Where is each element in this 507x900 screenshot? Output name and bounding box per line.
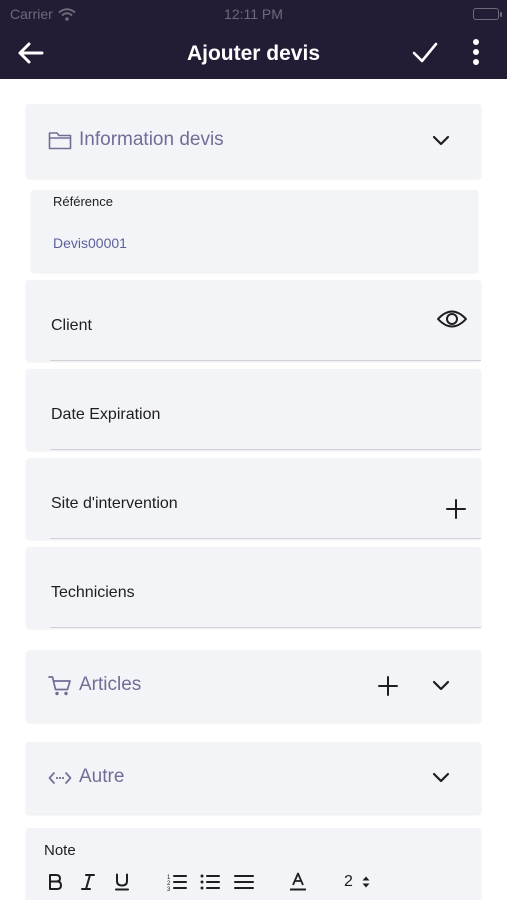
eye-icon[interactable] xyxy=(436,308,468,330)
status-bar: Carrier 12:11 PM xyxy=(0,0,507,28)
section-title-information: Information devis xyxy=(79,129,224,150)
stepper-updown-icon xyxy=(362,876,370,888)
reference-field[interactable]: Référence Devis00001 xyxy=(31,190,478,272)
underline-icon xyxy=(115,873,129,891)
svg-text:3: 3 xyxy=(167,887,171,891)
client-field[interactable]: Client xyxy=(26,280,481,361)
section-information-devis[interactable]: Information devis xyxy=(26,104,481,178)
divider xyxy=(50,627,481,628)
font-size-value: 2 xyxy=(344,873,353,890)
chevron-down-icon[interactable] xyxy=(431,131,451,151)
site-intervention-label: Site d'intervention xyxy=(51,495,178,512)
folder-icon xyxy=(48,132,72,150)
battery-icon xyxy=(473,8,502,20)
font-size-selector[interactable]: 2 xyxy=(344,873,371,891)
date-expiration-field[interactable]: Date Expiration xyxy=(26,369,481,450)
divider xyxy=(50,538,481,539)
ordered-list-icon: 1 2 3 xyxy=(167,875,187,891)
add-article-plus-icon[interactable] xyxy=(377,675,399,697)
save-check-icon[interactable] xyxy=(409,38,441,68)
app-bar: Ajouter devis xyxy=(0,28,507,79)
bullet-list-icon xyxy=(200,874,220,890)
more-options-icon[interactable] xyxy=(464,38,488,68)
align-button[interactable] xyxy=(233,871,255,893)
reference-label: Référence xyxy=(53,194,113,209)
techniciens-label: Techniciens xyxy=(51,584,135,601)
client-label: Client xyxy=(51,317,92,334)
reference-value: Devis00001 xyxy=(53,235,127,251)
italic-icon xyxy=(81,874,95,890)
divider xyxy=(50,360,481,361)
add-site-plus-icon[interactable] xyxy=(445,498,467,520)
code-arrows-icon xyxy=(48,772,72,784)
bold-button[interactable] xyxy=(44,871,66,893)
italic-button[interactable] xyxy=(77,871,99,893)
section-autre[interactable]: Autre xyxy=(26,742,481,814)
bold-icon xyxy=(49,874,62,890)
status-time: 12:11 PM xyxy=(224,6,283,22)
techniciens-field[interactable]: Techniciens xyxy=(26,547,481,628)
chevron-down-icon[interactable] xyxy=(431,676,451,696)
note-label: Note xyxy=(44,842,76,859)
text-color-button[interactable] xyxy=(287,871,309,893)
cart-icon xyxy=(48,676,71,696)
date-expiration-label: Date Expiration xyxy=(51,406,161,423)
text-color-icon xyxy=(290,872,306,891)
bullet-list-button[interactable] xyxy=(199,871,221,893)
section-title-autre: Autre xyxy=(79,766,125,787)
ordered-list-button[interactable]: 1 2 3 xyxy=(166,871,188,893)
divider xyxy=(50,449,481,450)
section-articles[interactable]: Articles xyxy=(26,650,481,722)
underline-button[interactable] xyxy=(111,871,133,893)
site-intervention-field[interactable]: Site d'intervention xyxy=(26,458,481,539)
note-editor: Note 1 2 3 2 xyxy=(26,828,481,900)
section-title-articles: Articles xyxy=(79,674,142,695)
align-justify-icon xyxy=(234,875,254,889)
chevron-down-icon[interactable] xyxy=(431,768,451,788)
